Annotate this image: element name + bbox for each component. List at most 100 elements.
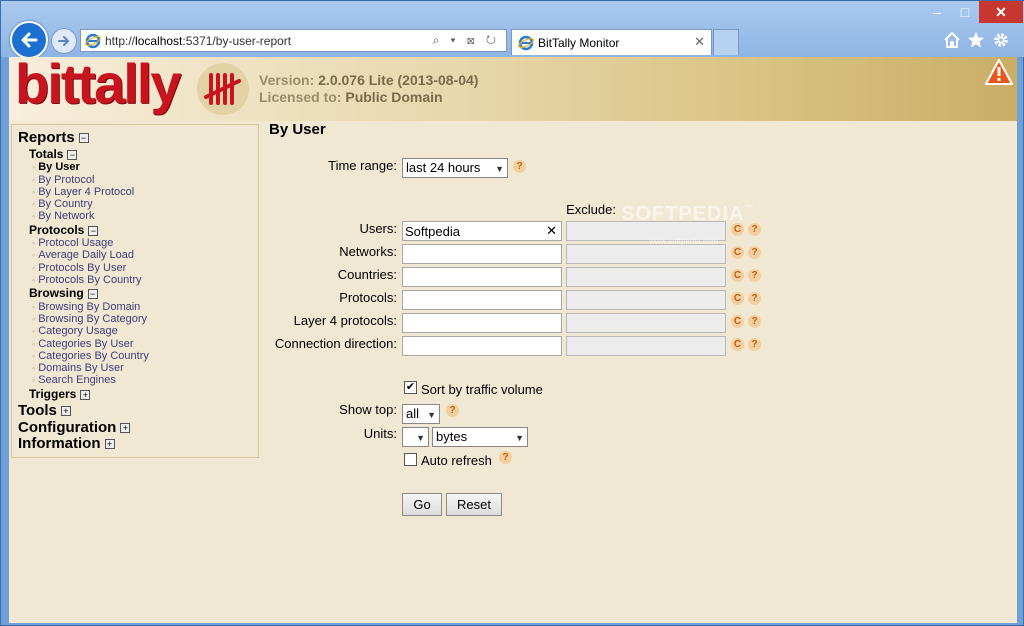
protocols-exclude-input[interactable]: [566, 290, 726, 310]
collapse-icon[interactable]: −: [78, 133, 89, 144]
reset-field-icon[interactable]: C: [731, 246, 744, 259]
units-prefix-select[interactable]: ▼: [402, 427, 429, 447]
reset-field-icon[interactable]: C: [731, 292, 744, 305]
collapse-icon[interactable]: −: [88, 225, 99, 236]
chevron-down-icon: ▼: [427, 410, 436, 420]
expand-icon[interactable]: +: [60, 406, 71, 417]
units-select[interactable]: bytes ▼: [432, 427, 528, 447]
chevron-down-icon: ▼: [515, 433, 524, 443]
maximize-button[interactable]: □: [951, 1, 979, 23]
countries-input[interactable]: [402, 267, 562, 287]
tab-close-icon[interactable]: ✕: [694, 34, 705, 50]
exclude-label: Exclude:: [566, 202, 616, 217]
nav-totals[interactable]: Totals −: [29, 147, 78, 161]
connection-direction-exclude-input[interactable]: [566, 336, 726, 356]
nav-link-domains-by-user[interactable]: Domains By User: [32, 362, 124, 374]
close-window-button[interactable]: ✕: [979, 1, 1023, 23]
nav-tools[interactable]: Tools +: [18, 402, 71, 419]
nav-link-protocols-by-user[interactable]: Protocols By User: [32, 262, 126, 274]
protocols-input[interactable]: [402, 290, 562, 310]
address-tools[interactable]: ⌕ ▾ ⊠ ↻: [432, 33, 500, 48]
clear-icon[interactable]: ✕: [546, 223, 557, 239]
home-icon[interactable]: [943, 31, 961, 49]
star-icon[interactable]: [967, 31, 985, 49]
reset-field-icon[interactable]: C: [731, 315, 744, 328]
browser-window: – □ ✕ http://localhost:5371/by-user-repo…: [0, 0, 1024, 626]
countries-label: Countries:: [337, 267, 397, 282]
nav-reports[interactable]: Reports −: [18, 129, 89, 146]
page-title: By User: [269, 121, 326, 138]
reset-button[interactable]: Reset: [446, 493, 502, 516]
go-button[interactable]: Go: [402, 493, 442, 516]
reset-field-icon[interactable]: C: [731, 269, 744, 282]
sort-by-traffic-label: Sort by traffic volume: [421, 382, 543, 397]
forward-button[interactable]: [51, 28, 77, 54]
nav-link-protocols-by-country[interactable]: Protocols By Country: [32, 274, 141, 286]
nav-link-by-country[interactable]: By Country: [32, 198, 92, 210]
nav-link-category-usage[interactable]: Category Usage: [32, 325, 118, 337]
back-button[interactable]: [10, 21, 48, 59]
nav-link-protocol-usage[interactable]: Protocol Usage: [32, 237, 113, 249]
tally-logo-icon: [197, 63, 249, 115]
collapse-icon[interactable]: −: [67, 149, 78, 160]
collapse-icon[interactable]: −: [87, 288, 98, 299]
show-top-select[interactable]: all ▼: [402, 404, 440, 424]
help-icon[interactable]: ?: [513, 160, 526, 173]
layer4-protocols-label: Layer 4 protocols:: [293, 313, 397, 328]
nav-link-by-layer4-protocol[interactable]: By Layer 4 Protocol: [32, 186, 134, 198]
connection-direction-label: Connection direction:: [274, 336, 397, 351]
reset-field-icon[interactable]: C: [731, 338, 744, 351]
nav-protocols[interactable]: Protocols −: [29, 223, 99, 237]
help-icon[interactable]: ?: [748, 338, 761, 351]
nav-configuration[interactable]: Configuration +: [18, 419, 131, 436]
auto-refresh-checkbox[interactable]: [404, 453, 417, 466]
expand-icon[interactable]: +: [104, 439, 115, 450]
help-icon[interactable]: ?: [748, 292, 761, 305]
address-bar[interactable]: http://localhost:5371/by-user-report ⌕ ▾…: [80, 29, 507, 52]
nav-browsing[interactable]: Browsing −: [29, 286, 98, 300]
time-range-select[interactable]: last 24 hours ▼: [402, 158, 508, 178]
layer4-protocols-exclude-input[interactable]: [566, 313, 726, 333]
app-header: bittally Version: 2.0.076 Lite (2013-08-…: [9, 57, 1017, 121]
minimize-button[interactable]: –: [923, 1, 951, 23]
licensed-line: Licensed to: Public Domain: [259, 89, 443, 105]
users-label: Users:: [359, 221, 397, 236]
help-icon[interactable]: ?: [748, 246, 761, 259]
sort-by-traffic-checkbox[interactable]: ✔: [404, 381, 417, 394]
browser-chrome: – □ ✕ http://localhost:5371/by-user-repo…: [1, 1, 1024, 59]
warning-icon[interactable]: [984, 58, 1014, 86]
help-icon[interactable]: ?: [748, 269, 761, 282]
url-text[interactable]: http://localhost:5371/by-user-report: [105, 34, 291, 48]
nav-link-categories-by-country[interactable]: Categories By Country: [32, 350, 149, 362]
tab-bittally-monitor[interactable]: BitTally Monitor ✕: [511, 29, 712, 55]
nav-link-by-user[interactable]: By User: [32, 161, 80, 173]
users-input[interactable]: Softpedia ✕: [402, 221, 562, 241]
nav-link-browsing-by-domain[interactable]: Browsing By Domain: [32, 301, 140, 313]
nav-link-by-protocol[interactable]: By Protocol: [32, 174, 94, 186]
nav-link-search-engines[interactable]: Search Engines: [32, 374, 116, 386]
expand-icon[interactable]: +: [80, 389, 91, 400]
help-icon[interactable]: ?: [499, 451, 512, 464]
help-icon[interactable]: ?: [446, 404, 459, 417]
help-icon[interactable]: ?: [748, 315, 761, 328]
new-tab-button[interactable]: [713, 29, 739, 55]
countries-exclude-input[interactable]: [566, 267, 726, 287]
expand-icon[interactable]: +: [120, 423, 131, 434]
layer4-protocols-input[interactable]: [402, 313, 562, 333]
networks-input[interactable]: [402, 244, 562, 264]
nav-triggers[interactable]: Triggers +: [29, 387, 91, 401]
nav-information[interactable]: Information +: [18, 435, 115, 452]
nav-link-average-daily-load[interactable]: Average Daily Load: [32, 249, 134, 261]
watermark-url: www.softpedia.com: [649, 237, 718, 246]
nav-link-browsing-by-category[interactable]: Browsing By Category: [32, 313, 147, 325]
time-range-label: Time range:: [328, 158, 397, 173]
nav-link-categories-by-user[interactable]: Categories By User: [32, 338, 133, 350]
ie-icon: [85, 33, 101, 49]
bittally-logo[interactable]: bittally: [15, 57, 181, 116]
chevron-down-icon: ▼: [416, 433, 425, 443]
networks-exclude-input[interactable]: [566, 244, 726, 264]
auto-refresh-label: Auto refresh: [421, 453, 492, 468]
gear-icon[interactable]: [992, 31, 1010, 49]
nav-link-by-network[interactable]: By Network: [32, 210, 94, 222]
connection-direction-input[interactable]: [402, 336, 562, 356]
